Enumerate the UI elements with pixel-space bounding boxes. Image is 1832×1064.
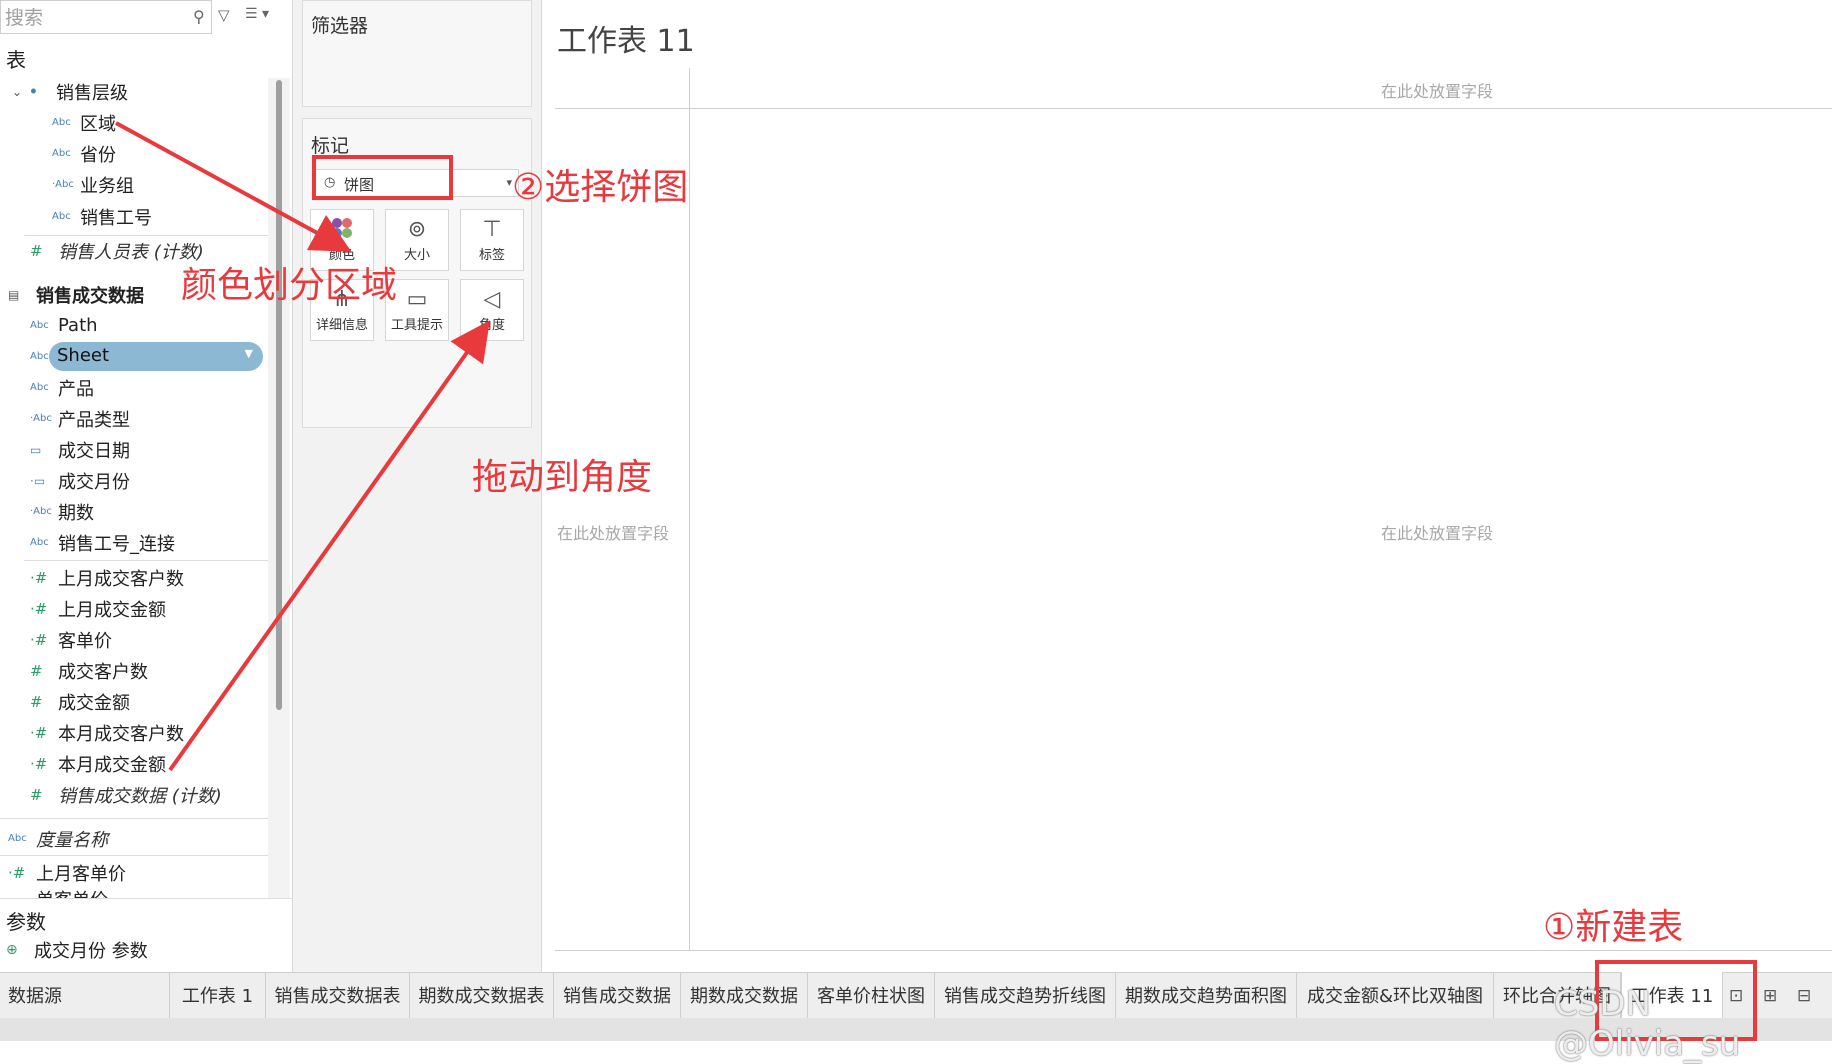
watermark: CSDN @Olivia_su <box>1554 984 1741 1064</box>
annotation-arrows <box>115 121 490 772</box>
arrow-to-color <box>115 121 352 252</box>
arrow-to-angle <box>168 320 490 772</box>
